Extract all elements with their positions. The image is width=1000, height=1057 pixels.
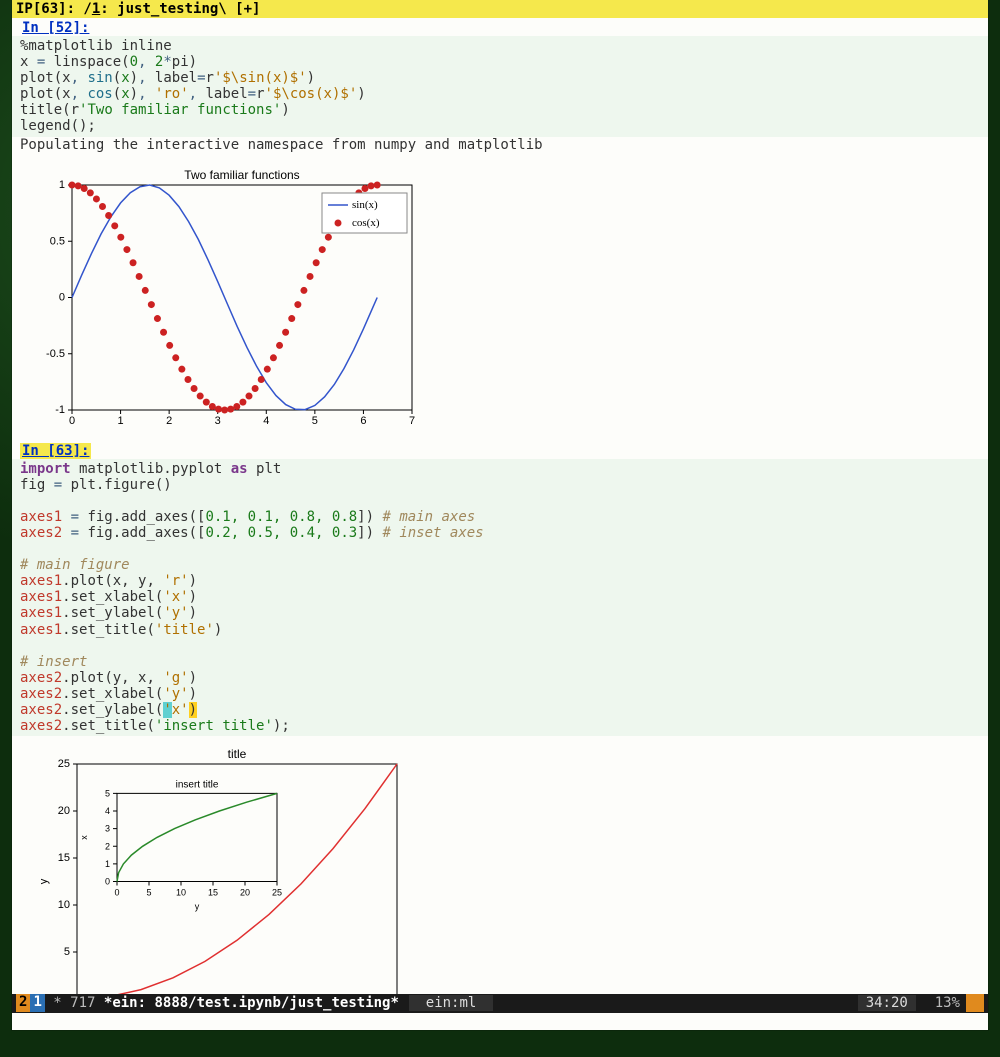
modeline-buffer-name[interactable]: *ein: 8888/test.ipynb/just_testing* xyxy=(95,995,407,1011)
svg-text:20: 20 xyxy=(240,888,250,898)
svg-text:insert title: insert title xyxy=(176,780,219,791)
modeline-chip-buffer[interactable]: 1 xyxy=(30,994,44,1012)
chart-title-with-insert: 0123450510152025titlexy0510152025012345i… xyxy=(12,736,988,994)
cell1-stdout: Populating the interactive namespace fro… xyxy=(12,137,988,157)
buffer-content[interactable]: In [52]: %matplotlib inline x = linspace… xyxy=(12,18,988,994)
svg-text:25: 25 xyxy=(272,888,282,898)
modeline-chip-window[interactable]: 2 xyxy=(16,994,30,1012)
chart-two-familiar-functions: 0 1 2 3 4 5 6 7 -1 -0.5 0 0.5 1 Two familiar function… xyxy=(12,157,988,441)
cell-header-52[interactable]: In [52]: xyxy=(20,20,91,36)
svg-text:Two familiar functions: Two familiar functions xyxy=(184,168,299,182)
svg-text:0: 0 xyxy=(64,993,70,994)
svg-text:0: 0 xyxy=(114,888,119,898)
modeline-percent: 13% xyxy=(918,995,960,1011)
svg-text:15: 15 xyxy=(58,852,70,864)
svg-text:3: 3 xyxy=(105,824,110,834)
svg-text:4: 4 xyxy=(105,806,110,816)
svg-text:6: 6 xyxy=(360,415,366,427)
svg-text:5: 5 xyxy=(146,888,151,898)
svg-text:5: 5 xyxy=(105,789,110,799)
svg-text:3: 3 xyxy=(215,415,221,427)
svg-text:15: 15 xyxy=(208,888,218,898)
svg-text:10: 10 xyxy=(58,899,70,911)
svg-text:sin(x): sin(x) xyxy=(352,199,378,211)
svg-text:7: 7 xyxy=(409,415,415,427)
svg-text:cos(x): cos(x) xyxy=(352,217,380,229)
emacs-window: IP[63]: /1: just_testing\ [+] In [52]: %… xyxy=(12,0,988,1030)
titlebar-prefix: IP[63]: / xyxy=(16,1,92,17)
svg-text:20: 20 xyxy=(58,805,70,817)
svg-text:y: y xyxy=(38,878,50,884)
svg-text:2: 2 xyxy=(166,415,172,427)
modeline-major-mode[interactable]: ein:ml xyxy=(409,995,492,1011)
desktop: IP[63]: /1: just_testing\ [+] In [52]: %… xyxy=(0,0,1000,1057)
titlebar: IP[63]: /1: just_testing\ [+] xyxy=(12,0,988,18)
cell-header-63[interactable]: In [63]: xyxy=(20,443,91,459)
minibuffer[interactable] xyxy=(12,1013,988,1030)
svg-text:y: y xyxy=(195,902,200,912)
svg-text:0: 0 xyxy=(59,291,65,303)
modeline-size: 717 xyxy=(70,995,95,1011)
titlebar-suffix: : just_testing\ [+] xyxy=(100,1,260,17)
svg-text:1: 1 xyxy=(59,179,65,191)
svg-text:2: 2 xyxy=(105,841,110,851)
modeline-position: 34:20 xyxy=(858,995,916,1011)
svg-text:-1: -1 xyxy=(55,404,65,416)
cell2-code[interactable]: import matplotlib.pyplot as plt fig = pl… xyxy=(12,459,988,737)
svg-text:1: 1 xyxy=(105,859,110,869)
svg-text:0: 0 xyxy=(69,415,75,427)
svg-text:0: 0 xyxy=(105,877,110,887)
svg-text:1: 1 xyxy=(118,415,124,427)
svg-text:5: 5 xyxy=(312,415,318,427)
svg-text:title: title xyxy=(228,747,247,761)
cell1-code[interactable]: %matplotlib inline x = linspace(0, 2*pi)… xyxy=(12,36,988,137)
svg-text:10: 10 xyxy=(176,888,186,898)
chart1-svg: 0 1 2 3 4 5 6 7 -1 -0.5 0 0.5 1 Two familiar function… xyxy=(22,165,422,435)
svg-text:-0.5: -0.5 xyxy=(46,347,65,359)
svg-text:4: 4 xyxy=(263,415,269,427)
svg-text:0.5: 0.5 xyxy=(50,235,65,247)
modeline-star: * xyxy=(45,995,70,1011)
modeline-end-icon xyxy=(966,994,984,1012)
svg-text:5: 5 xyxy=(64,946,70,958)
modeline: 21 * 717 *ein: 8888/test.ipynb/just_test… xyxy=(12,994,988,1013)
chart2-svg: 0123450510152025titlexy0510152025012345i… xyxy=(22,744,422,994)
svg-text:x: x xyxy=(79,835,89,840)
svg-text:25: 25 xyxy=(58,758,70,770)
